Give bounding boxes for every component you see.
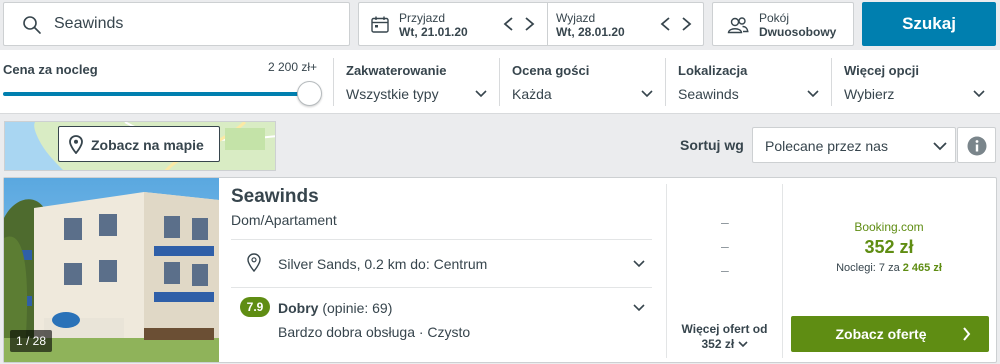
filter-title: Ocena gości [512,63,590,78]
other-offers-column: – – – Więcej ofert od 352 zł [666,184,781,358]
hotel-name[interactable]: Seawinds [231,186,319,208]
room-selector[interactable]: Pokój Dwuosobowy [712,2,854,46]
filter-guest-rating[interactable]: Ocena gości Każda [499,58,664,106]
rooms-label: Pokój [759,11,790,25]
deal-price: 352 zł [864,237,914,257]
sort-select[interactable]: Polecane przez nas [752,127,956,163]
filter-value: Wszystkie typy [346,86,439,102]
calendar-icon [371,16,389,33]
more-offers-price-row: 352 zł [667,337,782,352]
map-pin-icon [69,135,83,154]
divider [231,287,652,288]
checkin-date[interactable]: Przyjazd Wt, 21.01.20 [359,3,546,45]
filter-more-options[interactable]: Więcej opcji Wybierz [831,58,996,106]
info-icon [967,136,987,156]
hotel-type: Dom/Apartament [231,212,337,228]
chevron-down-icon [807,90,819,98]
filter-accommodation[interactable]: Zakwaterowanie Wszystkie typy [333,58,498,106]
filter-value: Wybierz [844,86,895,102]
more-offers-link[interactable]: Więcej ofert od 352 zł [667,322,782,352]
chevron-down-icon [737,341,748,348]
price-slider-handle[interactable] [297,81,322,106]
more-offers-price: 352 zł [701,337,735,351]
filter-title: Lokalizacja [678,63,748,78]
empty-offer-dash: – [721,238,729,254]
price-max-value: 2 200 zł+ [268,60,318,74]
hotel-result-card: 1 / 28 Seawinds Dom/Apartament Silver Sa… [3,177,997,363]
chevron-down-icon [973,90,985,98]
chevron-right-icon[interactable] [679,16,693,32]
hotel-photo[interactable]: 1 / 28 [4,178,219,362]
more-offers-label: Więcej ofert od [681,322,768,336]
search-button[interactable]: Szukaj [862,2,996,46]
filter-value: Każda [512,86,552,102]
rooms-value: Dwuosobowy [759,25,837,39]
filter-bar: Cena za nocleg 2 200 zł+ Zakwaterowanie … [0,50,1000,114]
filter-title: Więcej opcji [844,63,920,78]
rating-text: Dobry (opinie: 69) [278,300,392,316]
checkin-value: Wt, 21.01.20 [399,25,468,39]
filter-title: Zakwaterowanie [346,63,447,78]
chevron-left-icon[interactable] [659,16,673,32]
best-deal-column: Booking.com 352 zł Noclegi: 7 za 2 465 z… [782,184,994,358]
show-on-map-label: Zobacz na mapie [91,137,204,153]
divider [231,239,652,240]
sort-label: Sortuj wg [680,137,744,153]
rating-word: Dobry [278,300,319,316]
chevron-down-icon [475,90,487,98]
price-slider-track[interactable] [3,92,309,96]
checkout-date[interactable]: Wyjazd Wt, 28.01.20 [547,3,703,45]
checkout-value: Wt, 28.01.20 [556,25,625,39]
top-search-bar: Seawinds Przyjazd Wt, 21.01.20 Wyjazd Wt… [0,0,1000,50]
hotel-location: Silver Sands, 0.2 km do: Centrum [278,256,488,272]
deal-provider: Booking.com [854,220,924,234]
chevron-down-icon[interactable] [633,304,645,312]
chevron-down-icon [641,90,653,98]
chevron-left-icon[interactable] [502,16,516,32]
chevron-down-icon[interactable] [633,260,645,268]
nights-prefix: Noclegi: 7 za [836,262,900,274]
show-on-map-button[interactable]: Zobacz na mapie [58,126,220,162]
rating-highlights: Bardzo dobra obsługa · Czysto [278,324,471,340]
search-icon [23,16,41,34]
filter-location[interactable]: Lokalizacja Seawinds [665,58,830,106]
nights-summary: Noclegi: 7 za 2 465 zł [783,262,995,274]
rating-badge: 7.9 [240,297,270,317]
rating-reviews: (opinie: 69) [322,300,393,316]
view-deal-label: Zobacz ofertę [835,326,927,342]
chevron-right-icon [963,327,971,341]
search-field[interactable]: Seawinds [3,2,350,46]
photo-counter: 1 / 28 [10,330,53,352]
nights-total: 2 465 zł [902,262,942,274]
price-filter-label: Cena za nocleg [3,62,98,77]
filter-value: Seawinds [678,86,739,102]
sort-value: Polecane przez nas [765,138,888,154]
map-pin-icon [247,253,261,272]
view-deal-button[interactable]: Zobacz ofertę [791,316,989,352]
chevron-down-icon [933,142,947,151]
checkin-label: Przyjazd [399,11,446,25]
guests-icon [727,17,749,34]
empty-offer-dash: – [721,214,729,230]
chevron-right-icon[interactable] [522,16,536,32]
checkout-label: Wyjazd [556,11,596,25]
date-picker: Przyjazd Wt, 21.01.20 Wyjazd Wt, 28.01.2… [358,2,704,46]
info-button[interactable] [957,127,996,163]
empty-offer-dash: – [721,262,729,278]
search-input[interactable]: Seawinds [54,15,123,33]
